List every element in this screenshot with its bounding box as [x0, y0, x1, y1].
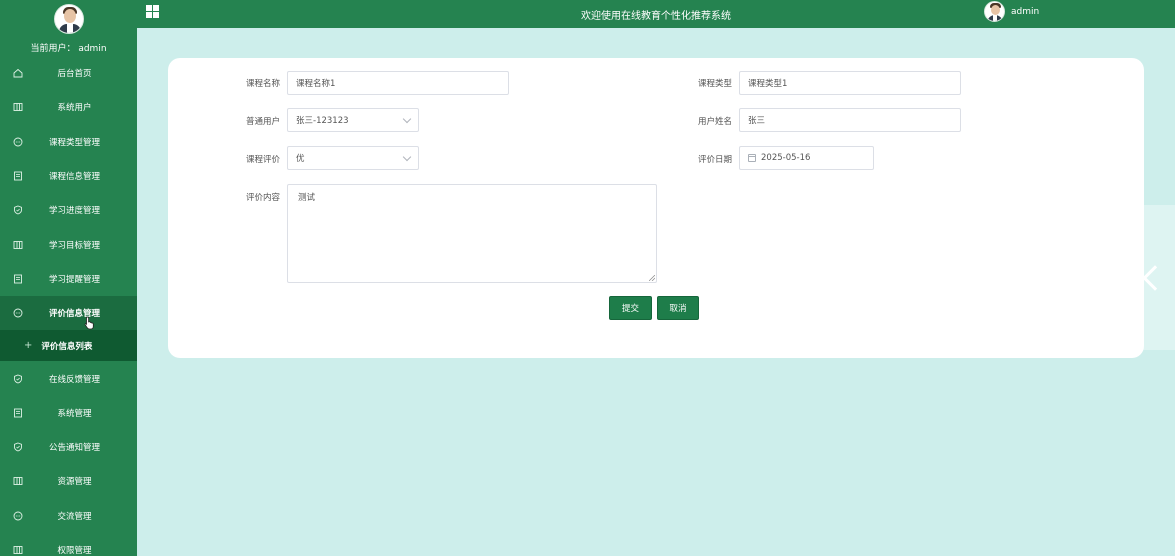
- sidebar-item-home[interactable]: 后台首页: [0, 56, 137, 90]
- chevron-down-icon: [402, 152, 412, 162]
- sidebar-item-study-reminders[interactable]: 学习提醒管理: [0, 262, 137, 296]
- columns-icon: [12, 545, 24, 555]
- sidebar-item-study-progress[interactable]: 学习进度管理: [0, 193, 137, 227]
- date-label: 评价日期: [697, 155, 732, 165]
- shield-icon: [12, 205, 24, 215]
- chat-icon: [12, 308, 24, 318]
- avatar[interactable]: [984, 1, 1005, 22]
- chevron-left-icon: [1142, 265, 1168, 291]
- chevron-down-icon: [402, 114, 412, 124]
- sidebar-item-label: 在线反馈管理: [48, 374, 100, 385]
- user-name-field[interactable]: 张三: [739, 108, 961, 132]
- sidebar-item-permissions[interactable]: 权限管理: [0, 533, 137, 556]
- submit-button[interactable]: 提交: [609, 296, 652, 320]
- chat-icon: [12, 137, 24, 147]
- sidebar-subitem-label: 评价信息列表: [41, 341, 93, 352]
- columns-icon: [12, 240, 24, 250]
- sidebar-subitem-evaluation-list[interactable]: + 评价信息列表: [0, 330, 137, 362]
- columns-icon: [12, 102, 24, 112]
- current-user-label: 当前用户： admin: [30, 44, 107, 54]
- sidebar: 当前用户： admin 后台首页 系统用户 课程类型管理 课程信息管理 学习进度…: [0, 0, 137, 556]
- sidebar-item-study-goals[interactable]: 学习目标管理: [0, 227, 137, 261]
- side-collapse-handle[interactable]: [1128, 205, 1175, 350]
- calendar-icon: [748, 154, 756, 162]
- sidebar-item-evaluations[interactable]: 评价信息管理: [0, 296, 137, 331]
- columns-icon: [12, 476, 24, 486]
- sidebar-item-label: 后台首页: [57, 69, 92, 80]
- course-name-value: 课程名称1: [296, 79, 336, 89]
- sidebar-item-communication[interactable]: 交流管理: [0, 499, 137, 533]
- content-textarea[interactable]: 测试: [287, 184, 657, 283]
- shield-icon: [12, 374, 24, 384]
- sidebar-item-label: 学习进度管理: [48, 206, 100, 217]
- rating-label: 课程评价: [245, 155, 280, 165]
- sidebar-item-label: 学习提醒管理: [48, 274, 100, 285]
- course-type-label: 课程类型: [697, 79, 732, 89]
- document-icon: [12, 408, 24, 418]
- user-name-value: 张三: [748, 116, 766, 126]
- user-label: 普通用户: [245, 117, 280, 127]
- date-value: 2025-05-16: [761, 153, 811, 163]
- avatar[interactable]: [53, 4, 84, 34]
- course-name-label: 课程名称: [245, 79, 280, 89]
- document-icon: [12, 274, 24, 284]
- username-label: admin: [1011, 6, 1040, 17]
- sidebar-item-label: 公告通知管理: [48, 443, 100, 454]
- sidebar-item-label: 权限管理: [57, 546, 92, 556]
- sidebar-item-announcements[interactable]: 公告通知管理: [0, 430, 137, 464]
- sidebar-profile: 当前用户： admin: [0, 0, 137, 56]
- document-icon: [12, 171, 24, 181]
- sidebar-item-course-types[interactable]: 课程类型管理: [0, 125, 137, 159]
- shield-icon: [12, 442, 24, 452]
- sidebar-item-label: 系统管理: [57, 408, 92, 419]
- user-select-value: 张三-123123: [296, 116, 349, 126]
- rating-select[interactable]: 优: [287, 146, 419, 170]
- course-type-field[interactable]: 课程类型1: [739, 71, 961, 95]
- chat-icon: [12, 511, 24, 521]
- plus-icon: +: [24, 340, 33, 352]
- sidebar-item-feedback[interactable]: 在线反馈管理: [0, 361, 137, 395]
- home-icon: [12, 68, 24, 78]
- evaluation-form-card: 课程名称 课程名称1 课程类型 课程类型1 普通用户 张三-123123 用户姓…: [168, 58, 1144, 358]
- hand-cursor-icon: [84, 316, 94, 330]
- sidebar-item-label: 评价信息管理: [48, 309, 100, 320]
- top-bar: 欢迎使用在线教育个性化推荐系统 admin: [137, 0, 1175, 28]
- sidebar-item-system-users[interactable]: 系统用户: [0, 90, 137, 124]
- sidebar-item-system[interactable]: 系统管理: [0, 396, 137, 430]
- content-value: 测试: [298, 193, 316, 203]
- sidebar-item-label: 学习目标管理: [48, 240, 100, 251]
- date-picker[interactable]: 2025-05-16: [739, 146, 874, 170]
- rating-select-value: 优: [296, 154, 305, 164]
- sidebar-item-course-info[interactable]: 课程信息管理: [0, 159, 137, 193]
- course-type-value: 课程类型1: [748, 79, 788, 89]
- cancel-button[interactable]: 取消: [657, 296, 699, 320]
- sidebar-item-label: 课程类型管理: [48, 137, 100, 148]
- sidebar-item-label: 系统用户: [57, 103, 92, 114]
- course-name-field[interactable]: 课程名称1: [287, 71, 509, 95]
- user-menu[interactable]: admin: [984, 1, 1039, 22]
- sidebar-item-label: 资源管理: [57, 477, 92, 488]
- user-select[interactable]: 张三-123123: [287, 108, 419, 132]
- sidebar-item-label: 课程信息管理: [48, 172, 100, 183]
- sidebar-item-resources[interactable]: 资源管理: [0, 464, 137, 498]
- content-label: 评价内容: [245, 193, 280, 203]
- user-name-label: 用户姓名: [697, 117, 732, 127]
- resize-handle-icon[interactable]: [649, 275, 655, 281]
- sidebar-item-label: 交流管理: [57, 511, 92, 522]
